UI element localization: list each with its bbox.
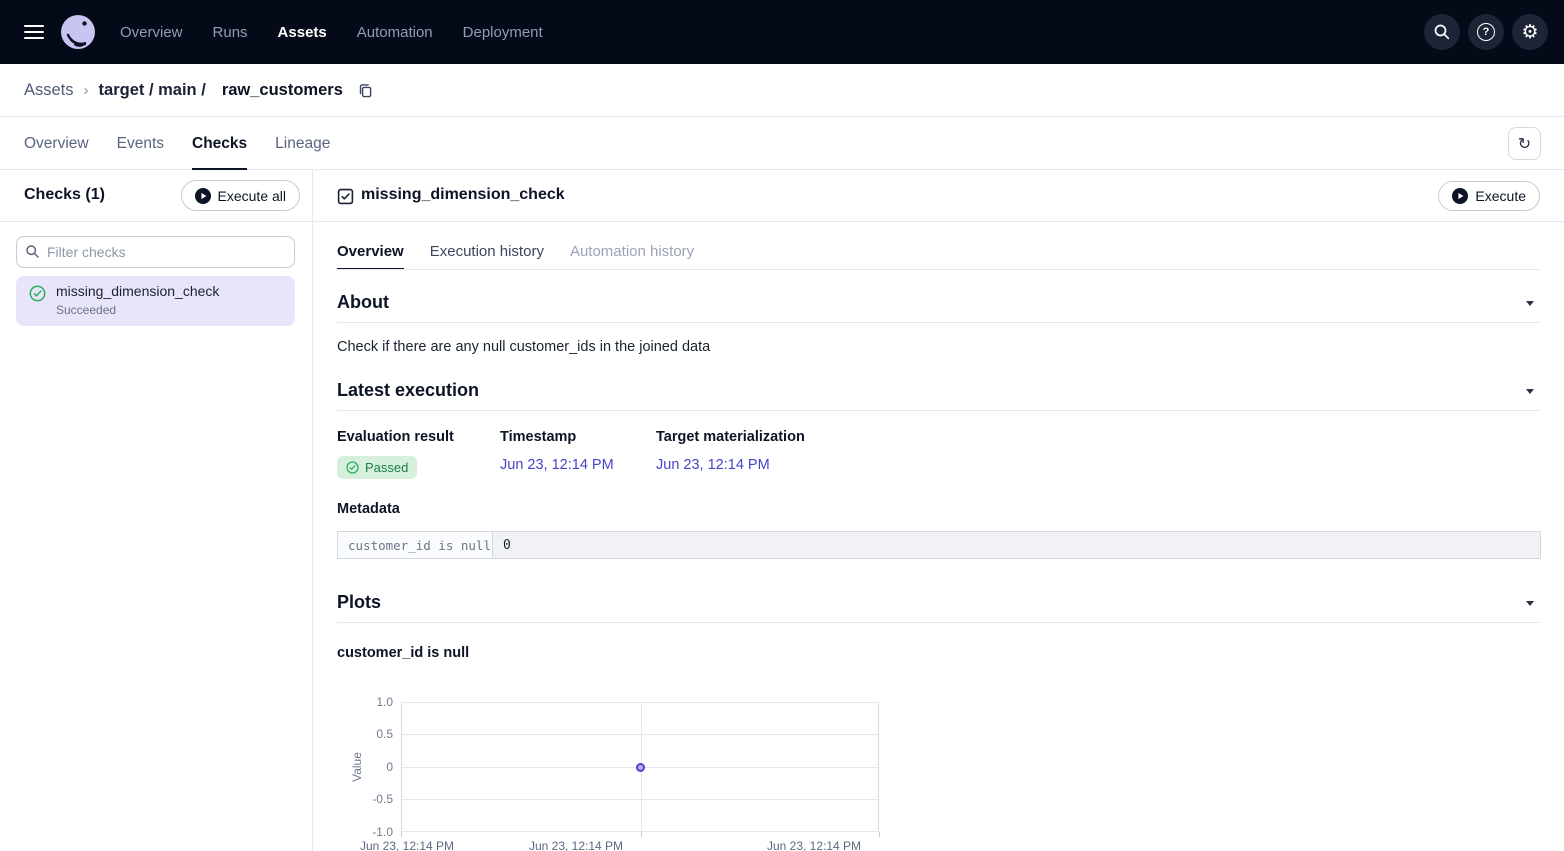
filter-checks-input[interactable] bbox=[16, 236, 295, 268]
execute-label: Execute bbox=[1475, 188, 1526, 204]
help-icon: ? bbox=[1477, 23, 1495, 41]
checks-count-title: Checks (1) bbox=[24, 186, 105, 204]
y-tick: 1.0 bbox=[351, 694, 393, 710]
check-success-icon bbox=[29, 285, 46, 302]
nav-item-deployment[interactable]: Deployment bbox=[463, 24, 543, 41]
play-circle-icon bbox=[1452, 188, 1468, 204]
check-item-status: Succeeded bbox=[56, 303, 116, 317]
refresh-icon: ↻ bbox=[1518, 134, 1531, 153]
settings-button[interactable]: ⚙ bbox=[1512, 14, 1548, 50]
primary-nav: Overview Runs Assets Automation Deployme… bbox=[120, 0, 543, 64]
chevron-right-icon: › bbox=[84, 82, 89, 99]
metadata-heading: Metadata bbox=[337, 501, 400, 517]
section-divider bbox=[337, 410, 1540, 411]
checks-sidebar-header: Checks (1) Execute all bbox=[0, 170, 312, 222]
metadata-value-cell: 0 bbox=[493, 532, 1540, 558]
latest-execution-collapse-caret-icon[interactable] bbox=[1526, 389, 1534, 394]
nav-actions: ? ⚙ bbox=[1424, 14, 1548, 50]
breadcrumb-row: Assets › target / main / raw_customers bbox=[0, 64, 1564, 117]
breadcrumb-asset-path: target / main / bbox=[99, 81, 206, 100]
search-icon bbox=[25, 244, 40, 259]
metadata-key-cell: customer_id is null bbox=[338, 532, 493, 558]
play-circle-icon bbox=[195, 188, 211, 204]
top-nav-bar: Overview Runs Assets Automation Deployme… bbox=[0, 0, 1564, 64]
dagster-logo[interactable] bbox=[60, 14, 96, 50]
nav-item-assets[interactable]: Assets bbox=[278, 24, 327, 41]
asset-tab-bar: Overview Events Checks Lineage ↻ bbox=[0, 117, 1564, 170]
nav-item-overview[interactable]: Overview bbox=[120, 24, 183, 41]
breadcrumb-assets-link[interactable]: Assets bbox=[24, 81, 74, 100]
check-list-item[interactable]: missing_dimension_check Succeeded bbox=[16, 276, 295, 326]
status-badge-label: Passed bbox=[365, 460, 408, 475]
status-badge: Passed bbox=[337, 456, 417, 479]
tab-automation-history[interactable]: Automation history bbox=[570, 232, 694, 270]
x-tick: Jun 23, 12:14 PM bbox=[749, 839, 879, 851]
plots-collapse-caret-icon[interactable] bbox=[1526, 601, 1534, 606]
checks-sidebar: Checks (1) Execute all bbox=[0, 170, 313, 851]
tab-lineage[interactable]: Lineage bbox=[275, 117, 330, 170]
y-tick: 0.5 bbox=[351, 726, 393, 742]
tab-events[interactable]: Events bbox=[117, 117, 164, 170]
copy-icon[interactable] bbox=[357, 82, 373, 99]
search-button[interactable] bbox=[1424, 14, 1460, 50]
section-divider bbox=[337, 322, 1540, 323]
target-materialization-link[interactable]: Jun 23, 12:14 PM bbox=[656, 457, 770, 473]
latest-execution-heading: Latest execution bbox=[337, 380, 479, 401]
check-detail-title: missing_dimension_check bbox=[361, 186, 565, 204]
column-timestamp: Timestamp bbox=[500, 429, 576, 445]
chart-data-point[interactable] bbox=[636, 763, 645, 772]
tabs-divider bbox=[337, 269, 1540, 270]
help-button[interactable]: ? bbox=[1468, 14, 1504, 50]
hamburger-menu-icon[interactable] bbox=[24, 25, 44, 39]
about-collapse-caret-icon[interactable] bbox=[1526, 301, 1534, 306]
plot-title: customer_id is null bbox=[337, 645, 469, 661]
plots-heading: Plots bbox=[337, 592, 381, 613]
column-evaluation-result: Evaluation result bbox=[337, 429, 454, 445]
check-value-chart: Value 1.0 0.5 0 -0.5 -1.0 Jun 23, 12:14 … bbox=[337, 695, 957, 851]
nav-item-runs[interactable]: Runs bbox=[213, 24, 248, 41]
nav-item-automation[interactable]: Automation bbox=[357, 24, 433, 41]
check-detail-tabs: Overview Execution history Automation hi… bbox=[337, 232, 694, 270]
filter-checks-field bbox=[16, 236, 295, 268]
asset-check-icon bbox=[337, 188, 354, 205]
tab-execution-history[interactable]: Execution history bbox=[430, 232, 544, 270]
x-tick: Jun 23, 12:14 PM bbox=[511, 839, 641, 851]
app-root: Overview Runs Assets Automation Deployme… bbox=[0, 0, 1564, 851]
check-detail-panel: missing_dimension_check Execute Overview… bbox=[313, 170, 1564, 851]
section-divider bbox=[337, 622, 1540, 623]
check-detail-header: missing_dimension_check Execute bbox=[313, 170, 1564, 222]
check-item-name: missing_dimension_check bbox=[56, 283, 219, 299]
search-icon bbox=[1433, 23, 1451, 41]
y-tick: 0 bbox=[351, 759, 393, 775]
column-target-materialization: Target materialization bbox=[656, 429, 805, 445]
tab-overview[interactable]: Overview bbox=[24, 117, 89, 170]
y-tick: -0.5 bbox=[351, 791, 393, 807]
execute-all-label: Execute all bbox=[218, 188, 286, 204]
breadcrumb: Assets › target / main / raw_customers bbox=[24, 64, 373, 116]
x-tick: Jun 23, 12:14 PM bbox=[342, 839, 472, 851]
metadata-table: customer_id is null 0 bbox=[337, 531, 1541, 559]
y-tick: -1.0 bbox=[351, 824, 393, 840]
tab-check-overview[interactable]: Overview bbox=[337, 232, 404, 270]
breadcrumb-asset-name: raw_customers bbox=[222, 81, 343, 100]
execute-button[interactable]: Execute bbox=[1438, 181, 1540, 211]
execute-all-button[interactable]: Execute all bbox=[181, 180, 300, 211]
tab-checks[interactable]: Checks bbox=[192, 117, 247, 170]
about-description: Check if there are any null customer_ids… bbox=[337, 339, 710, 355]
gear-icon: ⚙ bbox=[1521, 23, 1538, 42]
timestamp-link[interactable]: Jun 23, 12:14 PM bbox=[500, 457, 614, 473]
refresh-button[interactable]: ↻ bbox=[1508, 127, 1541, 160]
about-heading: About bbox=[337, 292, 389, 313]
check-success-icon bbox=[346, 461, 359, 474]
